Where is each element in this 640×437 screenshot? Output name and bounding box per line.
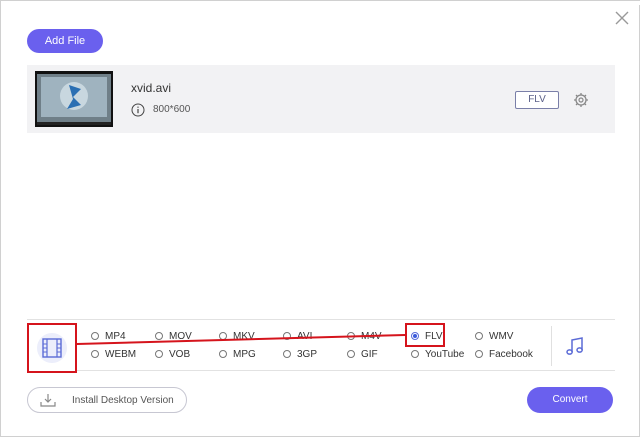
radio-button[interactable]: [155, 350, 163, 358]
format-option-facebook[interactable]: Facebook: [475, 347, 533, 361]
flv-highlight-box: [405, 323, 445, 347]
radio-button[interactable]: [411, 350, 419, 358]
radio-button[interactable]: [283, 332, 291, 340]
format-option-label: MKV: [233, 330, 255, 342]
format-option-mkv[interactable]: MKV: [219, 329, 255, 343]
format-option-label: YouTube: [425, 348, 465, 360]
format-option-label: MPG: [233, 348, 256, 360]
format-option-label: Facebook: [489, 348, 533, 360]
radio-button[interactable]: [219, 350, 227, 358]
format-option-label: VOB: [169, 348, 191, 360]
add-file-button[interactable]: Add File: [27, 29, 103, 53]
output-format-badge[interactable]: FLV: [515, 91, 559, 109]
format-option-mp4[interactable]: MP4: [91, 329, 126, 343]
radio-button[interactable]: [283, 350, 291, 358]
format-option-mpg[interactable]: MPG: [219, 347, 256, 361]
format-option-gif[interactable]: GIF: [347, 347, 378, 361]
format-option-mov[interactable]: MOV: [155, 329, 192, 343]
panel-divider: [551, 326, 552, 366]
format-option-wmv[interactable]: WMV: [475, 329, 513, 343]
radio-button[interactable]: [347, 350, 355, 358]
top-strip: [1, 1, 640, 5]
format-option-label: WMV: [489, 330, 514, 342]
radio-button[interactable]: [91, 332, 99, 340]
download-icon: [40, 394, 56, 407]
gear-icon[interactable]: [573, 92, 589, 108]
radio-button[interactable]: [475, 350, 483, 358]
file-row: xvid.avi 800*600 FLV: [27, 65, 615, 133]
format-option-label: M4V: [361, 330, 382, 342]
video-format-tab[interactable]: [27, 323, 77, 373]
install-label: Install Desktop Version: [72, 395, 174, 406]
format-option-label: MOV: [169, 330, 192, 342]
film-icon: [42, 338, 62, 358]
format-option-label: MP4: [105, 330, 126, 342]
close-icon[interactable]: [613, 9, 631, 27]
radio-button[interactable]: [347, 332, 355, 340]
radio-button[interactable]: [155, 332, 163, 340]
format-option-youtube[interactable]: YouTube: [411, 347, 464, 361]
thumbnail-image: [37, 74, 111, 125]
format-option-m4v[interactable]: M4V: [347, 329, 382, 343]
format-option-webm[interactable]: WEBM: [91, 347, 136, 361]
music-note-icon[interactable]: [563, 334, 587, 358]
format-option-vob[interactable]: VOB: [155, 347, 190, 361]
format-option-label: 3GP: [297, 348, 318, 360]
converter-dialog: Add File xvid.avi 800*600 FLV MP4 MOV MK…: [0, 0, 640, 437]
format-option-label: AVI: [297, 330, 313, 342]
file-resolution: 800*600: [153, 104, 191, 115]
format-option-avi[interactable]: AVI: [283, 329, 312, 343]
video-thumbnail: [35, 71, 113, 127]
radio-button[interactable]: [475, 332, 483, 340]
format-option-label: WEBM: [105, 348, 137, 360]
convert-button[interactable]: Convert: [527, 387, 613, 413]
format-option-label: GIF: [361, 348, 378, 360]
info-icon[interactable]: [131, 103, 145, 117]
radio-button[interactable]: [91, 350, 99, 358]
file-name: xvid.avi: [131, 81, 172, 95]
format-panel: MP4 MOV MKV AVI M4V FLV WMV WEBM VOB MPG 3GP GIF You…: [27, 319, 615, 373]
format-option-3gp[interactable]: 3GP: [283, 347, 317, 361]
install-desktop-button[interactable]: Install Desktop Version: [27, 387, 187, 413]
radio-button[interactable]: [219, 332, 227, 340]
